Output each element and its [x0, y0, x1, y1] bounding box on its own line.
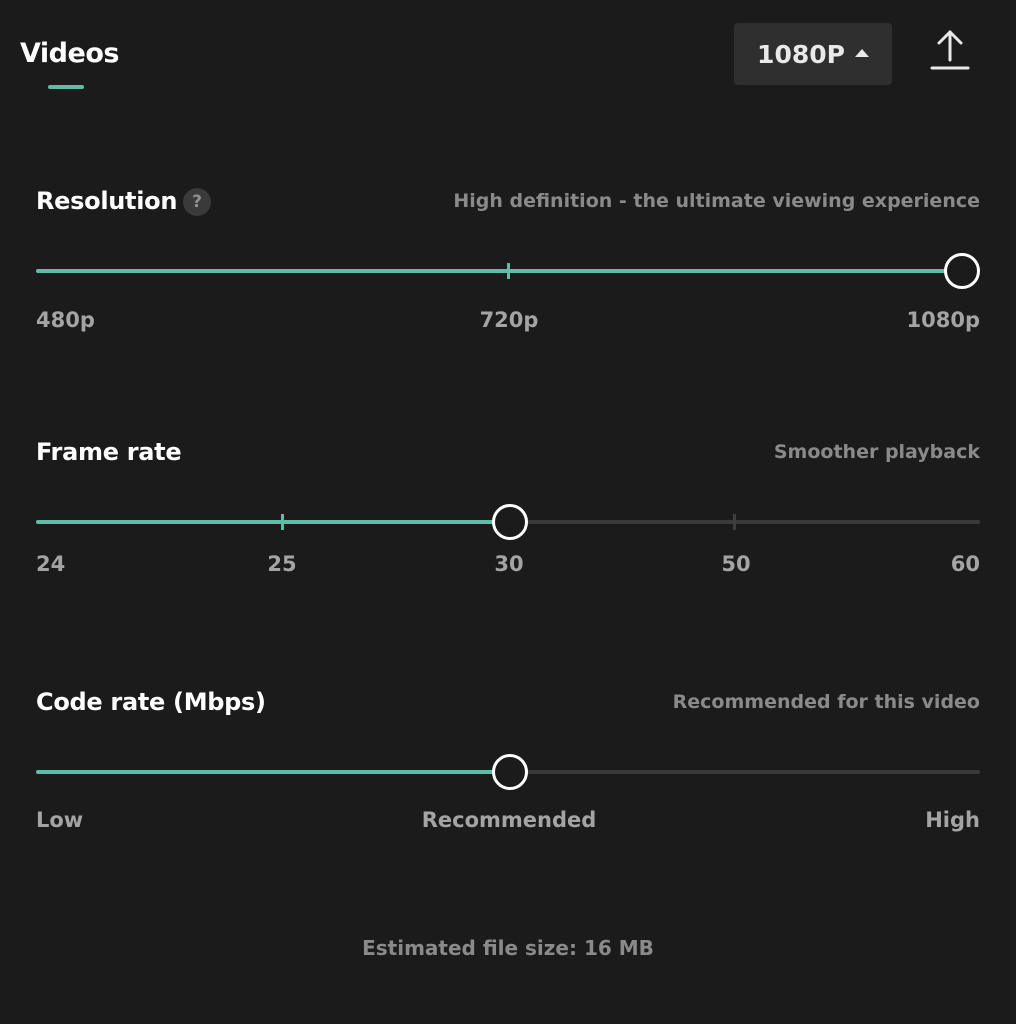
frame-rate-thumb[interactable]	[492, 504, 528, 540]
frame-rate-description: Smoother playback	[773, 441, 980, 463]
upload-icon	[930, 30, 970, 70]
resolution-dropdown-label: 1080P	[757, 39, 845, 69]
active-tab-indicator	[48, 85, 84, 89]
tab-videos[interactable]: Videos	[20, 38, 119, 69]
code-rate-description: Recommended for this video	[672, 691, 980, 713]
resolution-label-1080p: 1080p	[906, 308, 980, 332]
frame-rate-label-25: 25	[267, 552, 297, 576]
estimated-file-size: Estimated file size: 16 MB	[362, 936, 654, 960]
frame-rate-label-24: 24	[36, 552, 66, 576]
resolution-description: High definition - the ultimate viewing e…	[453, 190, 980, 212]
code-rate-label-recommended: Recommended	[421, 808, 597, 832]
frame-rate-label-60: 60	[950, 552, 980, 576]
caret-up-icon	[854, 48, 869, 57]
frame-rate-fill	[36, 520, 508, 524]
frame-rate-slider[interactable]	[36, 504, 980, 540]
code-rate-thumb[interactable]	[492, 754, 528, 790]
export-button[interactable]	[928, 26, 972, 74]
resolution-thumb[interactable]	[944, 253, 980, 289]
frame-rate-tick-25	[280, 514, 284, 530]
resolution-title: Resolution	[36, 187, 178, 215]
code-rate-title: Code rate (Mbps)	[36, 688, 266, 716]
resolution-label-720p: 720p	[479, 308, 539, 332]
code-rate-slider[interactable]	[36, 754, 980, 790]
resolution-dropdown-button[interactable]: 1080P	[734, 23, 892, 85]
code-rate-label-low: Low	[36, 808, 84, 832]
frame-rate-label-30: 30	[494, 552, 524, 576]
frame-rate-label-50: 50	[721, 552, 751, 576]
code-rate-label-high: High	[925, 808, 980, 832]
frame-rate-tick-50	[732, 514, 736, 530]
resolution-label-480p: 480p	[36, 308, 95, 332]
frame-rate-title: Frame rate	[36, 438, 182, 466]
code-rate-fill	[36, 770, 508, 774]
resolution-tick-720p	[506, 263, 510, 279]
question-icon[interactable]: ?	[183, 188, 211, 216]
resolution-slider[interactable]	[36, 253, 980, 289]
